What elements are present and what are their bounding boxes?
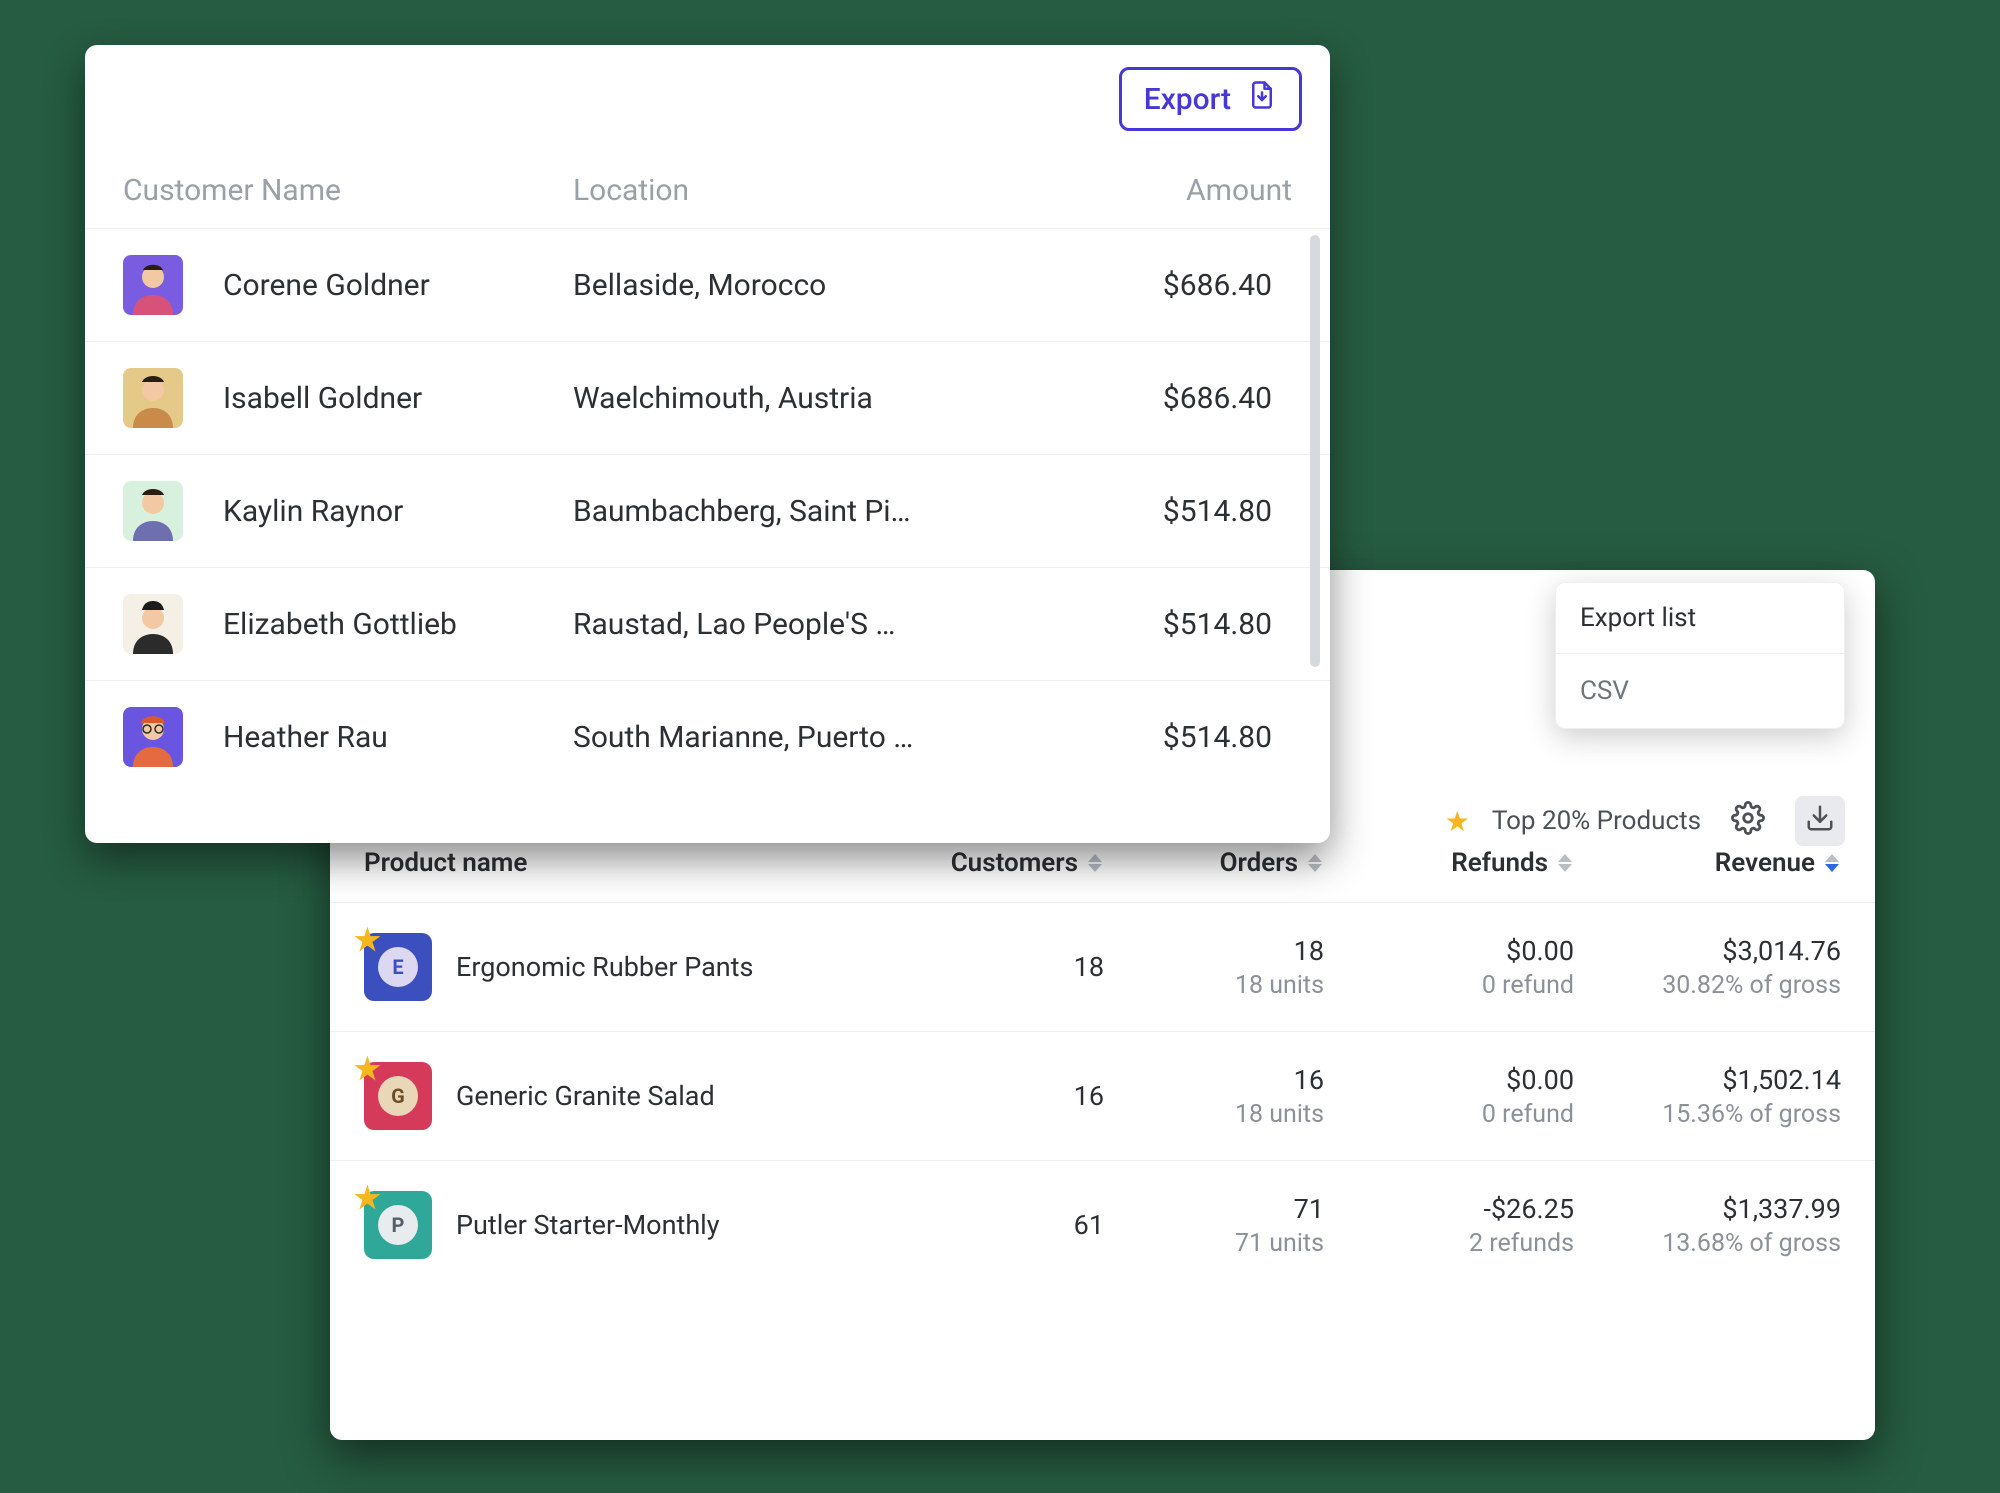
customers-table-header: Customer Name Location Amount — [85, 141, 1330, 229]
product-name: Putler Starter-Monthly — [456, 1209, 720, 1241]
products-filter-label: Top 20% Products — [1492, 806, 1701, 836]
product-revenue: $3,014.76 — [1574, 935, 1841, 967]
table-row[interactable]: Isabell Goldner Waelchimouth, Austria $6… — [85, 342, 1330, 455]
product-thumbnail-letter: G — [378, 1076, 418, 1116]
sort-icon — [1825, 852, 1841, 874]
customers-table-body: Corene Goldner Bellaside, Morocco $686.4… — [85, 229, 1330, 793]
avatar — [123, 481, 183, 541]
product-customers: 16 — [884, 1080, 1104, 1112]
avatar — [123, 594, 183, 654]
product-revenue-sub: 30.82% of gross — [1574, 971, 1841, 1000]
product-orders: 18 — [1104, 935, 1324, 967]
customer-amount: $514.80 — [1072, 720, 1292, 755]
download-icon — [1805, 803, 1835, 840]
export-popover: Export list CSV — [1555, 582, 1845, 729]
product-orders-sub: 71 units — [1104, 1229, 1324, 1258]
product-orders-sub: 18 units — [1104, 971, 1324, 1000]
gear-icon — [1731, 801, 1765, 842]
star-icon: ★ — [1445, 805, 1470, 838]
product-refunds-sub: 0 refund — [1324, 1100, 1574, 1129]
customer-amount: $686.40 — [1072, 381, 1292, 416]
avatar — [123, 255, 183, 315]
column-header-location[interactable]: Location — [573, 173, 1072, 208]
table-row[interactable]: Elizabeth Gottlieb Raustad, Lao People'S… — [85, 568, 1330, 681]
sort-icon — [1558, 852, 1574, 874]
product-revenue-sub: 13.68% of gross — [1574, 1229, 1841, 1258]
product-refunds: $0.00 — [1324, 935, 1574, 967]
customers-panel: Export Customer Name Location Amount Co — [85, 45, 1330, 843]
product-name: Generic Granite Salad — [456, 1080, 715, 1112]
column-header-customers[interactable]: Customers — [884, 848, 1104, 878]
scrollbar[interactable] — [1310, 235, 1320, 667]
export-csv-option[interactable]: CSV — [1556, 654, 1844, 728]
column-header-revenue[interactable]: Revenue — [1574, 848, 1841, 878]
table-row[interactable]: Heather Rau South Marianne, Puerto … $51… — [85, 681, 1330, 793]
table-row[interactable]: ★ P Putler Starter-Monthly 61 71 71 unit… — [330, 1161, 1875, 1289]
column-header-product-name[interactable]: Product name — [364, 848, 884, 878]
column-header-customer-name[interactable]: Customer Name — [123, 173, 573, 208]
product-thumbnail: ★ G — [364, 1062, 432, 1130]
product-orders-sub: 18 units — [1104, 1100, 1324, 1129]
products-toolbar: ★ Top 20% Products — [1445, 796, 1845, 846]
customer-location: Baumbachberg, Saint Pi… — [573, 494, 1072, 529]
export-button-label: Export — [1144, 82, 1231, 117]
settings-button[interactable] — [1723, 796, 1773, 846]
customer-name: Elizabeth Gottlieb — [223, 607, 573, 642]
product-refunds: $0.00 — [1324, 1064, 1574, 1096]
product-thumbnail: ★ P — [364, 1191, 432, 1259]
product-customers: 61 — [884, 1209, 1104, 1241]
export-popover-title: Export list — [1556, 583, 1844, 654]
product-name: Ergonomic Rubber Pants — [456, 951, 753, 983]
table-row[interactable]: ★ G Generic Granite Salad 16 16 18 units… — [330, 1032, 1875, 1161]
product-refunds-sub: 0 refund — [1324, 971, 1574, 1000]
download-button[interactable] — [1795, 796, 1845, 846]
star-icon: ★ — [354, 923, 381, 958]
download-file-icon — [1247, 80, 1277, 118]
star-icon: ★ — [354, 1052, 381, 1087]
product-orders: 71 — [1104, 1193, 1324, 1225]
customer-location: South Marianne, Puerto … — [573, 720, 1072, 755]
product-customers: 18 — [884, 951, 1104, 983]
customer-location: Raustad, Lao People'S … — [573, 607, 1072, 642]
table-row[interactable]: ★ E Ergonomic Rubber Pants 18 18 18 unit… — [330, 903, 1875, 1032]
column-header-amount[interactable]: Amount — [1072, 173, 1292, 208]
customer-name: Kaylin Raynor — [223, 494, 573, 529]
customer-name: Corene Goldner — [223, 268, 573, 303]
product-refunds-sub: 2 refunds — [1324, 1229, 1574, 1258]
customer-name: Heather Rau — [223, 720, 573, 755]
customer-amount: $514.80 — [1072, 607, 1292, 642]
product-thumbnail-letter: E — [378, 947, 418, 987]
customer-amount: $686.40 — [1072, 268, 1292, 303]
avatar — [123, 707, 183, 767]
table-row[interactable]: Kaylin Raynor Baumbachberg, Saint Pi… $5… — [85, 455, 1330, 568]
customer-name: Isabell Goldner — [223, 381, 573, 416]
sort-icon — [1088, 852, 1104, 874]
table-row[interactable]: Corene Goldner Bellaside, Morocco $686.4… — [85, 229, 1330, 342]
customer-location: Bellaside, Morocco — [573, 268, 1072, 303]
customer-location: Waelchimouth, Austria — [573, 381, 1072, 416]
product-refunds: -$26.25 — [1324, 1193, 1574, 1225]
product-thumbnail-letter: P — [378, 1205, 418, 1245]
product-thumbnail: ★ E — [364, 933, 432, 1001]
avatar — [123, 368, 183, 428]
product-revenue: $1,337.99 — [1574, 1193, 1841, 1225]
sort-icon — [1308, 852, 1324, 874]
star-icon: ★ — [354, 1181, 381, 1216]
customer-amount: $514.80 — [1072, 494, 1292, 529]
column-header-refunds[interactable]: Refunds — [1324, 848, 1574, 878]
product-orders: 16 — [1104, 1064, 1324, 1096]
product-revenue: $1,502.14 — [1574, 1064, 1841, 1096]
product-revenue-sub: 15.36% of gross — [1574, 1100, 1841, 1129]
export-button[interactable]: Export — [1119, 67, 1302, 131]
column-header-orders[interactable]: Orders — [1104, 848, 1324, 878]
